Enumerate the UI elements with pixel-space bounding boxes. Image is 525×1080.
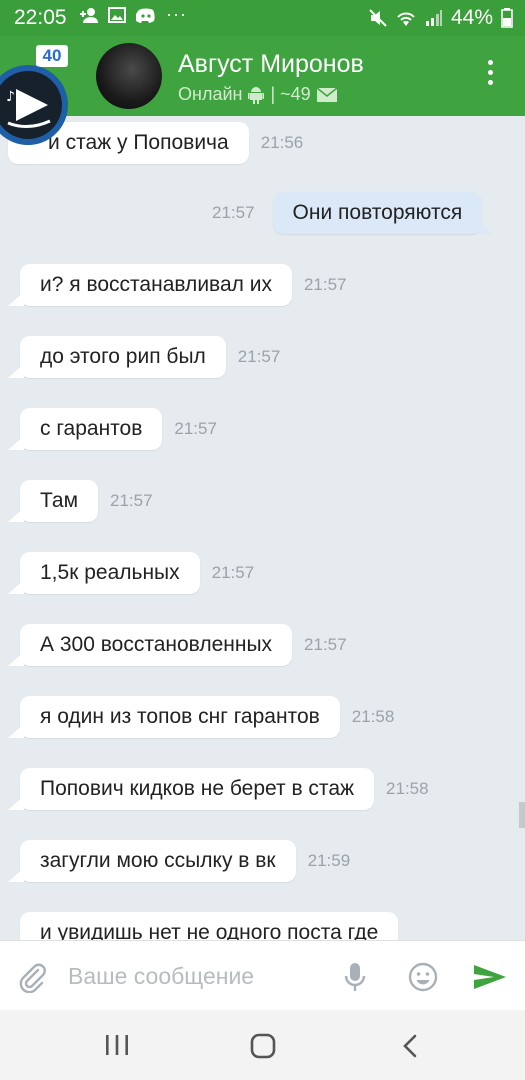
microphone-icon[interactable] [342, 961, 368, 993]
message-row: А 300 восстановленных 21:57 [7, 624, 347, 666]
chat-header: Август Миронов Онлайн | ~49 [0, 36, 525, 116]
message-counter: | ~49 [270, 84, 311, 104]
discord-icon [136, 8, 155, 23]
message-bubble[interactable]: я один из топов снг гарантов [20, 696, 340, 738]
attach-icon[interactable] [16, 961, 48, 993]
status-bar: 22:05 ··· 44% [0, 0, 525, 36]
contact-avatar[interactable] [96, 43, 162, 109]
message-time: 21:56 [260, 133, 304, 152]
message-time: 21:59 [307, 851, 351, 870]
message-row: до этого рип был 21:57 [8, 336, 281, 378]
message-row: с гарантов 21:57 [7, 408, 217, 450]
message-bubble[interactable]: с гарантов [20, 408, 163, 450]
status-time: 22:05 [14, 6, 67, 29]
message-time: 21:57 [237, 347, 281, 366]
message-row: 21:57 Они повторяются [212, 192, 492, 234]
system-icons: 44% [369, 6, 513, 30]
mail-icon [316, 87, 337, 102]
scrollbar-thumb[interactable] [519, 802, 525, 828]
message-input-bar: Ваше сообщение [0, 940, 525, 1011]
wifi-icon [397, 12, 415, 26]
message-time: 21:57 [174, 419, 217, 438]
message-row: Попович кидков не берет в стаж 21:58 [7, 768, 429, 810]
kebab-menu-icon[interactable] [485, 60, 495, 92]
send-icon[interactable] [472, 961, 508, 993]
message-row: и? я восстанавливал их 21:57 [8, 264, 347, 306]
battery-icon [501, 8, 513, 28]
home-icon[interactable] [250, 1033, 276, 1059]
message-time: 21:57 [304, 635, 347, 654]
message-time: 21:57 [303, 275, 347, 294]
svg-text:♪: ♪ [6, 89, 15, 105]
message-row: и увидишь нет не одного поста где [20, 912, 399, 940]
recent-apps-icon[interactable] [104, 1034, 130, 1056]
message-row: Там 21:57 [7, 480, 153, 522]
message-bubble[interactable]: и увидишь нет не одного поста где [20, 912, 399, 940]
message-time: 21:58 [386, 779, 429, 798]
contact-name[interactable]: Август Миронов [178, 50, 364, 79]
message-time: 21:57 [211, 563, 255, 582]
add-person-icon [80, 7, 98, 23]
message-row: 1,5к реальных 21:57 [8, 552, 255, 594]
battery-percent: 44% [450, 6, 493, 29]
message-bubble[interactable]: и? я восстанавливал их [20, 264, 292, 306]
emoji-icon[interactable] [407, 961, 439, 993]
message-time: 21:58 [351, 707, 395, 726]
message-bubble[interactable]: А 300 восстановленных [20, 624, 293, 666]
online-status: Онлайн [178, 84, 243, 104]
message-input[interactable]: Ваше сообщение [68, 963, 254, 990]
message-row: я один из топов снг гарантов 21:58 [8, 696, 395, 738]
message-bubble[interactable]: до этого рип был [20, 336, 226, 378]
message-time: 21:57 [212, 203, 255, 222]
message-bubble[interactable]: Они повторяются [272, 192, 483, 234]
back-icon[interactable] [400, 1034, 420, 1058]
message-bubble[interactable]: загугли мою ссылку в вк [20, 840, 296, 882]
system-navigation-bar [0, 1010, 525, 1080]
message-row: загугли мою ссылку в вк 21:59 [8, 840, 351, 882]
message-bubble[interactable]: Там [20, 480, 99, 522]
message-bubble[interactable]: Попович кидков не берет в стаж [20, 768, 375, 810]
unread-badge: 40 [36, 45, 68, 67]
contact-status: Онлайн | ~49 [178, 84, 337, 105]
mute-icon [369, 9, 387, 27]
more-icon: ··· [166, 4, 187, 24]
message-bubble[interactable]: 1,5к реальных [20, 552, 200, 594]
signal-icon [425, 10, 442, 26]
notification-icons: ··· [80, 4, 187, 25]
chat-area[interactable]: и стаж у Поповича 21:56 21:57 Они повтор… [0, 116, 525, 940]
image-icon [108, 6, 126, 23]
message-time: 21:57 [110, 491, 153, 510]
android-icon [248, 86, 265, 104]
